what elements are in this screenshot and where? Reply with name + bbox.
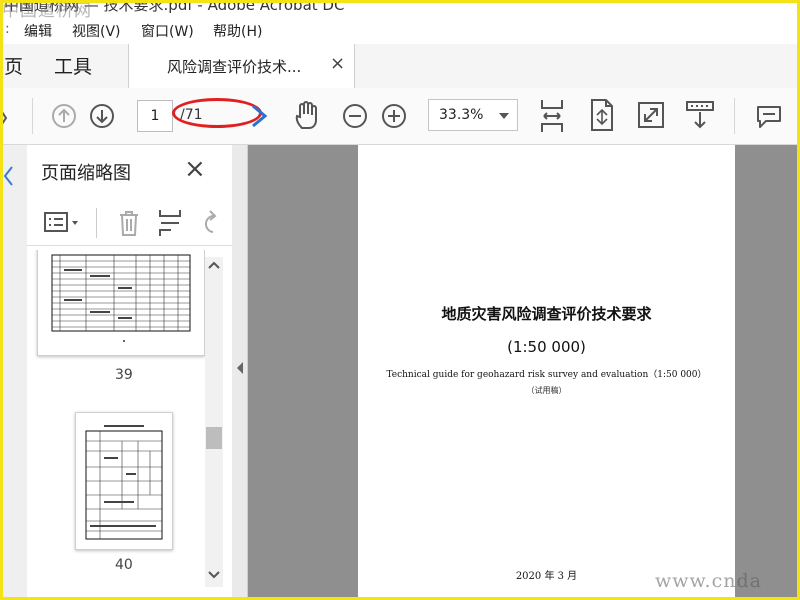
tab-close-button[interactable]: × — [330, 53, 345, 74]
tab-tools[interactable]: 工具 — [54, 52, 92, 79]
tab-home[interactable]: 页 — [4, 52, 23, 79]
toolbar-separator — [734, 98, 735, 134]
tab-document-label: 风险调查评价技术... — [167, 58, 302, 76]
zoom-value: 33.3% — [439, 107, 484, 123]
menu-view[interactable]: 视图(V) — [72, 21, 121, 41]
prev-page-icon[interactable] — [51, 103, 77, 129]
page-thumbnails-panel: 页面缩略图 × 39 40 — [27, 145, 233, 600]
site-url-watermark: www.cnda — [655, 570, 762, 592]
navigation-pane-strip — [0, 145, 28, 600]
full-screen-icon[interactable] — [637, 100, 665, 130]
scroll-up-icon[interactable] — [207, 259, 221, 271]
document-english-title: Technical guide for geohazard risk surve… — [386, 370, 707, 380]
thumbnail-form-image — [85, 425, 163, 540]
document-draft-note: （试用稿） — [526, 386, 567, 395]
chevron-down-icon — [499, 113, 509, 119]
next-page-icon[interactable] — [89, 103, 115, 129]
panel-toolbar — [27, 200, 232, 246]
panel-pointer-icon — [3, 166, 13, 186]
zoom-out-icon[interactable] — [342, 103, 368, 129]
document-scale: (1:50 000) — [507, 338, 586, 356]
title-bar: 中国道桥网 — 技术要求.pdf - Adobe Acrobat DC — [0, 0, 800, 18]
menu-bar: : 编辑 视图(V) 窗口(W) 帮助(H) — [0, 18, 800, 45]
menu-overflow: : — [5, 21, 10, 37]
delete-page-icon[interactable] — [116, 208, 142, 238]
thumbnail-page-number: 39 — [115, 367, 133, 383]
page-number-input[interactable]: 1 — [137, 100, 173, 132]
tab-document[interactable]: 风险调查评价技术... × — [128, 44, 355, 88]
select-arrow-icon[interactable] — [250, 102, 270, 130]
document-title: 地质灾害风险调查评价技术要求 — [441, 305, 652, 323]
comment-icon[interactable] — [754, 103, 784, 131]
thumbnail-list: 39 40 — [27, 250, 205, 595]
zoom-in-icon[interactable] — [381, 103, 407, 129]
thumbnail-scrollbar[interactable] — [205, 257, 223, 587]
fit-width-icon[interactable] — [538, 98, 566, 134]
scroll-mode-icon[interactable] — [685, 99, 715, 131]
thumbnail-options-icon[interactable] — [43, 210, 83, 236]
site-watermark: 中国道桥网 — [2, 1, 92, 21]
document-page: 地质灾害风险调查评价技术要求 (1:50 000) Technical guid… — [358, 145, 735, 600]
panel-separator — [96, 208, 97, 238]
menu-edit[interactable]: 编辑 — [24, 21, 52, 41]
hand-tool-icon[interactable] — [293, 100, 323, 132]
scroll-down-icon[interactable] — [207, 569, 221, 581]
tab-bar: 页 工具 风险调查评价技术... × ? — [0, 44, 800, 125]
thumbnail-page-number: 40 — [115, 557, 133, 573]
toolbar-separator — [32, 98, 33, 134]
scrollbar-thumb[interactable] — [206, 427, 222, 449]
main-toolbar: 1 /71 33.3% — [0, 88, 800, 145]
collapse-arrow-icon[interactable] — [235, 361, 245, 375]
toolbar-overflow-icon — [1, 111, 8, 125]
fit-page-icon[interactable] — [588, 98, 616, 132]
menu-window[interactable]: 窗口(W) — [141, 21, 194, 41]
thumbnail-table-image — [51, 254, 191, 342]
zoom-select[interactable]: 33.3% — [428, 99, 518, 131]
panel-close-button[interactable]: × — [184, 156, 206, 182]
document-viewer[interactable]: 地质灾害风险调查评价技术要求 (1:50 000) Technical guid… — [248, 145, 800, 600]
thumbnail-page-39[interactable] — [37, 250, 205, 356]
insert-page-icon[interactable] — [157, 208, 183, 238]
panel-collapse-handle[interactable] — [232, 145, 248, 600]
menu-help[interactable]: 帮助(H) — [213, 21, 262, 41]
rotate-page-icon[interactable] — [197, 208, 219, 238]
panel-title: 页面缩略图 — [41, 163, 131, 184]
thumbnail-page-40[interactable] — [75, 412, 173, 550]
red-annotation-ellipse — [172, 98, 262, 128]
